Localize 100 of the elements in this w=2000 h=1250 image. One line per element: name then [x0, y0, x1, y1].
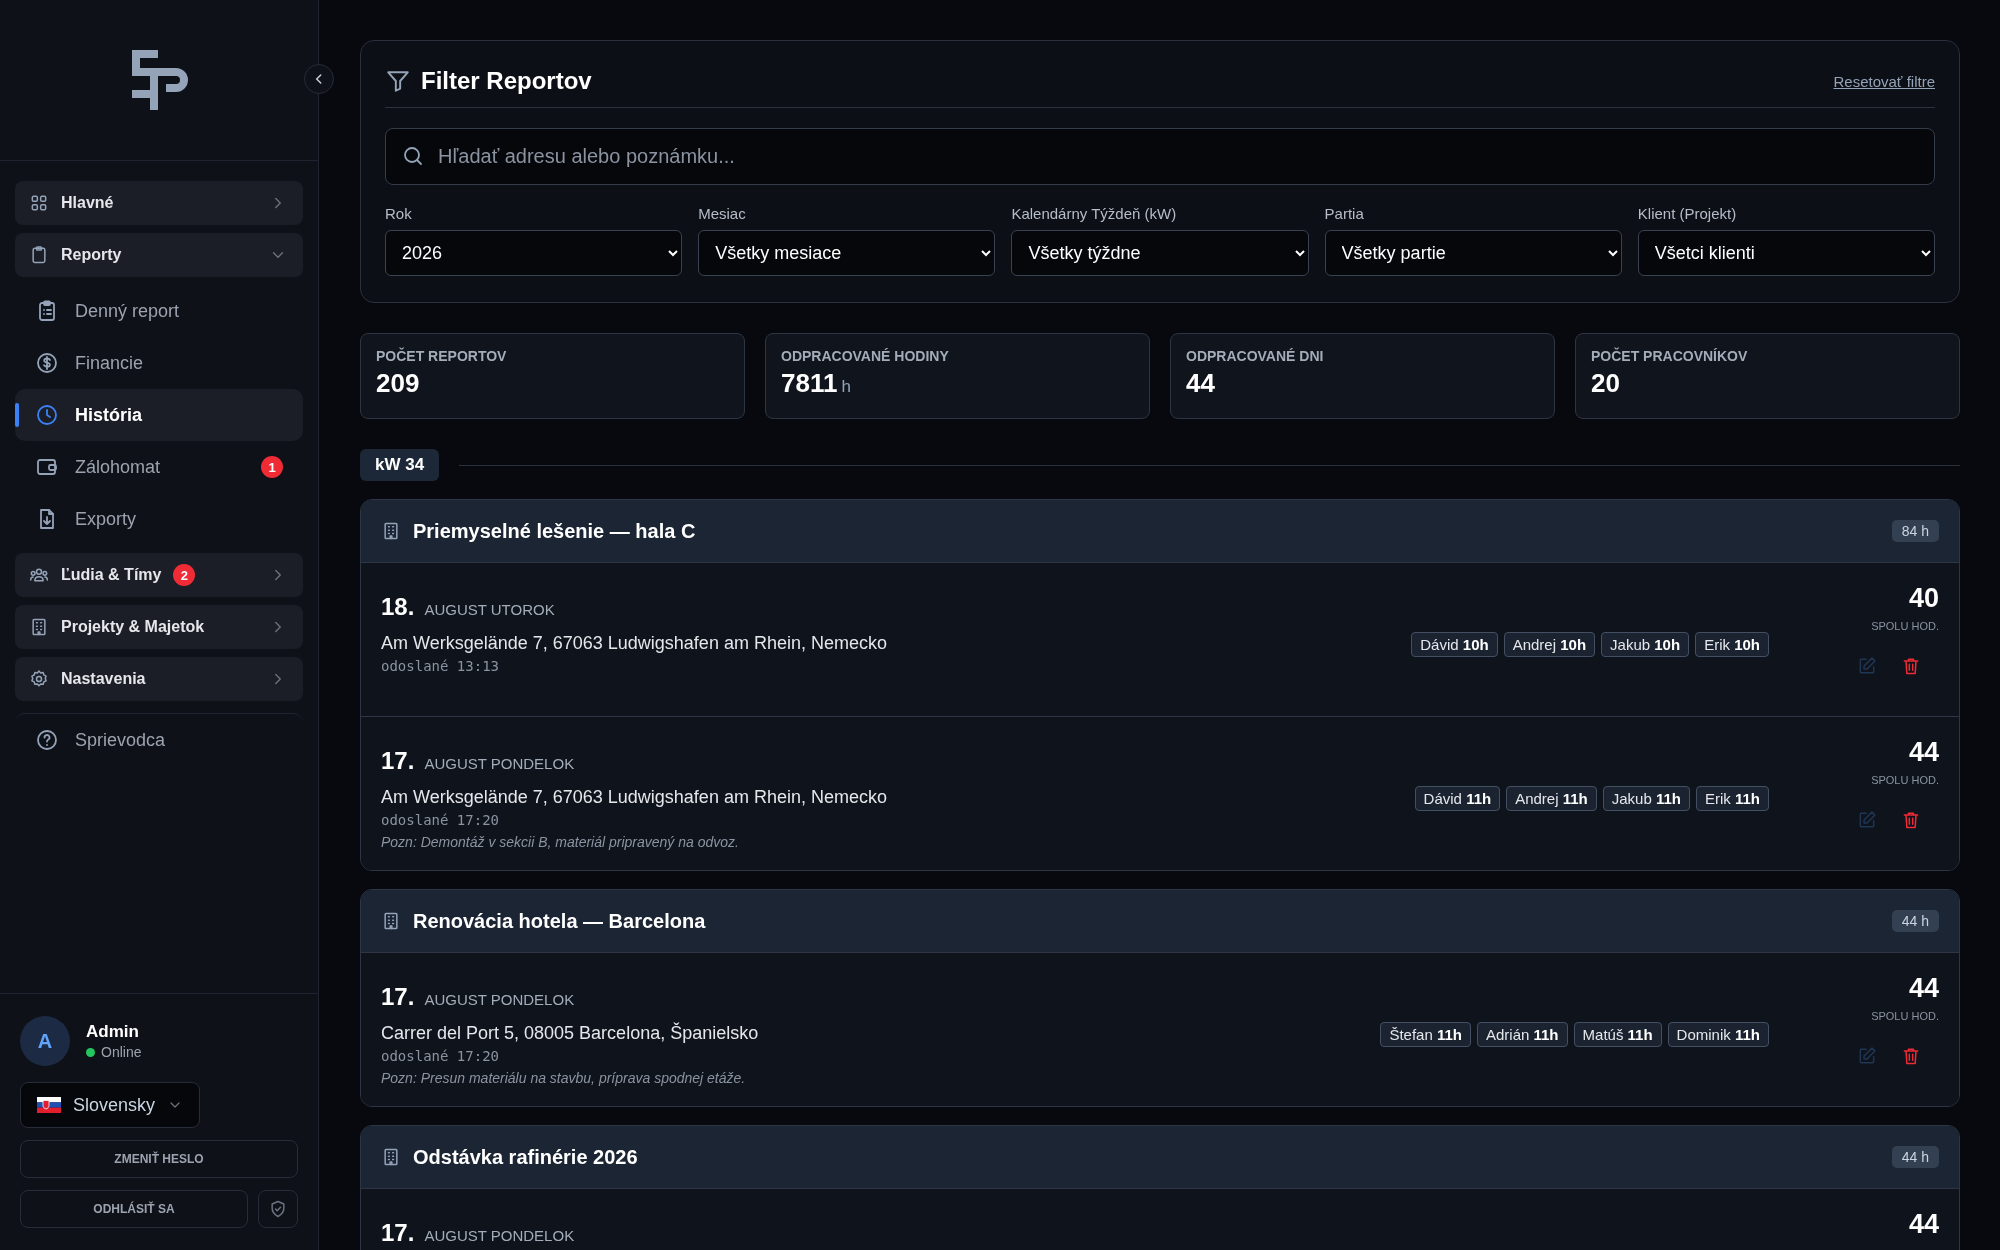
filter-select[interactable]: 2026 — [385, 230, 683, 276]
shield-button[interactable] — [258, 1190, 298, 1228]
nav-group[interactable]: Hlavné — [15, 181, 303, 225]
report-day: 17. — [381, 1219, 415, 1247]
week-badge: kW 34 — [360, 449, 440, 481]
total-label: SPOLU HOD. — [1871, 620, 1939, 632]
report-day: 17. — [381, 983, 415, 1011]
delete-button[interactable] — [1901, 1046, 1921, 1066]
nav-group[interactable]: Ľudia & Tímy 2 — [15, 553, 303, 597]
building-icon — [381, 1147, 401, 1167]
nav-item[interactable]: Denný report — [15, 285, 303, 337]
worker-tag: Adrián 11h — [1477, 1022, 1568, 1047]
filter-select[interactable]: Všetky týždne — [1011, 230, 1309, 276]
worker-tag: Štefan 11h — [1380, 1022, 1471, 1047]
settings-icon — [29, 669, 49, 689]
worker-tag: Matúš 11h — [1573, 1022, 1662, 1047]
worker-tag: Jakub 10h — [1601, 632, 1690, 657]
stat-value: 7811 h — [781, 368, 852, 399]
search-field[interactable]: Hľadať adresu alebo poznámku... — [385, 128, 1935, 185]
field-label: Kalendárny Týždeň (kW) — [1011, 205, 1178, 222]
grid-icon — [29, 193, 49, 213]
report-weekday: AUGUST PONDELOK — [424, 991, 575, 1008]
building-icon — [381, 521, 401, 541]
change-password-button[interactable]: ZMENIŤ HESLO — [20, 1140, 298, 1178]
project-title: Priemyselné lešenie — hala C — [413, 519, 697, 543]
stat-value: 20 — [1591, 368, 1621, 399]
report-day: 17. — [381, 747, 415, 775]
report-day: 18. — [381, 593, 415, 621]
report-weekday: AUGUST PONDELOK — [424, 755, 575, 772]
logout-button[interactable]: ODHLÁSIŤ SA — [20, 1190, 248, 1228]
report-address: Am Werksgelände 7, 67063 Ludwigshafen am Rhein, Nemecko — [381, 633, 888, 654]
report-address: Carrer del Port 5, 08005 Barcelona, Španielsko — [381, 1023, 760, 1044]
field-label: Partia — [1324, 205, 1365, 222]
hours-badge: 44 h — [1891, 1146, 1939, 1168]
sent-time: odoslané 13:13 — [381, 658, 500, 674]
avatar: A — [20, 1016, 70, 1066]
sent-time: odoslané 17:20 — [381, 1048, 500, 1064]
nav-group[interactable]: Reporty — [15, 233, 303, 277]
report-address: Am Werksgelände 7, 67063 Ludwigshafen am Rhein, Nemecko — [381, 787, 888, 808]
nav-item[interactable]: Zálohomat 1 — [15, 441, 303, 493]
report-weekday: AUGUST PONDELOK — [424, 1227, 575, 1244]
building-icon — [29, 617, 49, 637]
reset-filters-link[interactable]: Resetovať filtre — [1833, 72, 1935, 90]
clock-icon — [35, 403, 59, 427]
report-note: Pozn: Demontáž v sekcii B, materiál pripravený na odvoz. — [381, 834, 740, 850]
hours-badge: 44 h — [1891, 910, 1939, 932]
users-icon — [29, 565, 49, 585]
total-label: SPOLU HOD. — [1871, 774, 1939, 786]
stat-value: 44 — [1186, 368, 1216, 399]
field-label: Klient (Projekt) — [1637, 205, 1738, 222]
count-badge: 2 — [173, 564, 196, 586]
report-note: Pozn: Presun materiálu na stavbu, príprava spodnej etáže. — [381, 1070, 747, 1086]
user-status: Online — [101, 1044, 142, 1060]
sent-time: odoslané 17:20 — [381, 812, 500, 828]
nav-group[interactable]: Nastavenia — [15, 657, 303, 701]
total-hours: 44 — [1908, 973, 1939, 1004]
search-icon — [401, 144, 425, 168]
report-weekday: AUGUST UTOROK — [424, 601, 555, 618]
nav-item[interactable]: História — [15, 389, 303, 441]
hours-badge: 84 h — [1891, 520, 1939, 542]
clipboard-icon — [29, 245, 49, 265]
total-hours: 44 — [1908, 737, 1939, 768]
nav-group[interactable]: Projekty & Majetok — [15, 605, 303, 649]
nav-item[interactable]: Financie — [15, 337, 303, 389]
building-icon — [381, 911, 401, 931]
worker-tag: Jakub 11h — [1602, 786, 1690, 811]
shield-icon — [268, 1199, 288, 1219]
nav-item[interactable]: Sprievodca — [15, 714, 186, 766]
panel-title: Filter Reportov — [421, 67, 593, 95]
project-title: Odstávka rafinérie 2026 — [413, 1145, 639, 1169]
worker-tag: Dávid 10h — [1411, 632, 1498, 657]
worker-tag: Andrej 10h — [1503, 632, 1596, 657]
stat-value: 209 — [376, 368, 421, 399]
field-label: Rok — [385, 205, 413, 222]
field-label: Mesiac — [698, 205, 747, 222]
stat-label: ODPRACOVANÉ HODINY — [781, 348, 950, 364]
stat-label: POČET REPORTOV — [376, 348, 508, 364]
nav-item[interactable]: Exporty — [15, 493, 303, 545]
language-select[interactable]: Slovensky — [20, 1082, 201, 1128]
filter-select[interactable]: Všetky mesiace — [698, 230, 996, 276]
stat-label: ODPRACOVANÉ DNI — [1186, 348, 1325, 364]
worker-tag: Andrej 11h — [1506, 786, 1597, 811]
worker-tag: Dávid 11h — [1414, 786, 1501, 811]
filter-icon — [385, 68, 411, 94]
dollar-icon — [35, 351, 59, 375]
user-name: Admin — [86, 1022, 140, 1042]
worker-tag: Erik 11h — [1695, 786, 1769, 811]
worker-tag: Erik 10h — [1695, 632, 1769, 657]
filter-select[interactable]: Všetci klienti — [1637, 230, 1935, 276]
delete-button[interactable] — [1901, 810, 1921, 830]
total-label: SPOLU HOD. — [1871, 1010, 1939, 1022]
total-hours: 44 — [1908, 1209, 1939, 1240]
filter-select[interactable]: Všetky partie — [1324, 230, 1622, 276]
project-title: Renovácia hotela — Barcelona — [413, 909, 707, 933]
worker-tag: Dominik 11h — [1667, 1022, 1769, 1047]
total-hours: 40 — [1908, 583, 1939, 614]
delete-button[interactable] — [1901, 656, 1921, 676]
flag-icon — [37, 1097, 61, 1113]
help-icon — [35, 728, 59, 752]
count-badge: 1 — [261, 456, 283, 478]
